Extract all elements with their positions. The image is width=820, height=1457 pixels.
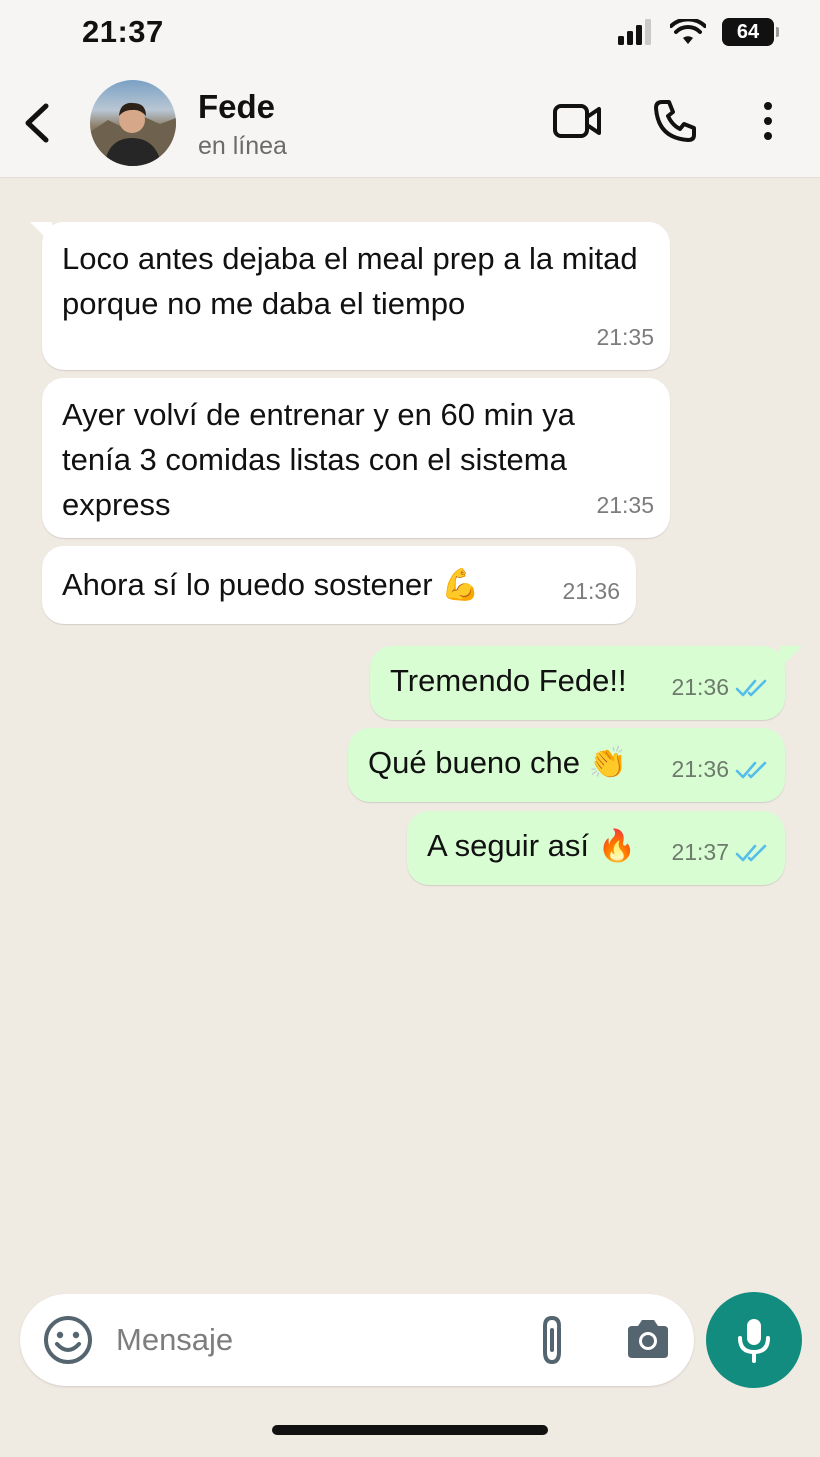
message-outgoing[interactable]: Qué bueno che 👏 21:36 <box>348 728 785 802</box>
signal-icon <box>618 19 651 45</box>
message-time: 21:36 <box>671 756 729 782</box>
camera-icon <box>628 1320 668 1358</box>
video-camera-icon <box>553 104 601 138</box>
camera-button[interactable] <box>624 1316 672 1367</box>
menu-button[interactable] <box>756 98 780 149</box>
message-incoming[interactable]: Ahora sí lo puedo sostener 💪 21:36 <box>42 546 636 624</box>
message-text: Ahora sí lo puedo sostener 💪 <box>62 567 480 602</box>
message-text: Loco antes dejaba el meal prep a la mita… <box>62 241 638 321</box>
message-composer <box>20 1294 694 1386</box>
message-meta: 21:37 <box>671 830 769 875</box>
contact-name[interactable]: Fede <box>198 88 275 126</box>
double-check-icon <box>735 679 767 696</box>
emoji-button[interactable] <box>42 1314 94 1371</box>
message-outgoing[interactable]: Tremendo Fede!! 21:36 <box>370 646 785 720</box>
message-time: 21:37 <box>671 839 729 865</box>
message-text: Ayer volví de entrenar y en 60 min ya te… <box>62 397 575 522</box>
battery-indicator: 64 <box>722 18 779 46</box>
message-meta: 21:36 <box>671 747 769 792</box>
more-vertical-icon <box>764 102 772 140</box>
message-time: 21:36 <box>562 578 620 604</box>
message-incoming[interactable]: Loco antes dejaba el meal prep a la mita… <box>42 222 670 370</box>
status-bar: 21:37 64 <box>0 0 820 70</box>
voice-message-button[interactable] <box>706 1292 802 1388</box>
message-outgoing[interactable]: A seguir así 🔥 21:37 <box>407 811 785 885</box>
double-check-icon <box>735 761 767 778</box>
message-time: 21:35 <box>596 492 654 518</box>
status-time: 21:37 <box>82 14 164 49</box>
phone-icon <box>654 100 696 142</box>
message-incoming[interactable]: Ayer volví de entrenar y en 60 min ya te… <box>42 378 670 538</box>
video-call-button[interactable] <box>552 98 602 149</box>
contact-status: en línea <box>198 132 287 160</box>
wifi-icon <box>670 19 706 44</box>
double-check-icon <box>735 844 767 861</box>
message-input[interactable] <box>116 1316 496 1364</box>
status-icons: 64 <box>618 18 779 46</box>
chat-header: Fede en línea <box>0 70 820 178</box>
home-indicator[interactable] <box>272 1425 548 1435</box>
message-time: 21:35 <box>596 324 654 350</box>
message-time: 21:36 <box>671 674 729 700</box>
back-button[interactable] <box>18 100 58 146</box>
emoji-icon <box>44 1316 92 1364</box>
chevron-left-icon <box>25 103 49 143</box>
microphone-icon <box>738 1319 770 1363</box>
message-meta: 21:36 <box>671 665 769 710</box>
battery-level: 64 <box>736 20 760 43</box>
attach-button[interactable] <box>535 1314 571 1371</box>
paperclip-icon <box>543 1315 561 1365</box>
voice-call-button[interactable] <box>652 98 698 149</box>
avatar[interactable] <box>90 80 176 166</box>
avatar-photo <box>90 102 176 166</box>
